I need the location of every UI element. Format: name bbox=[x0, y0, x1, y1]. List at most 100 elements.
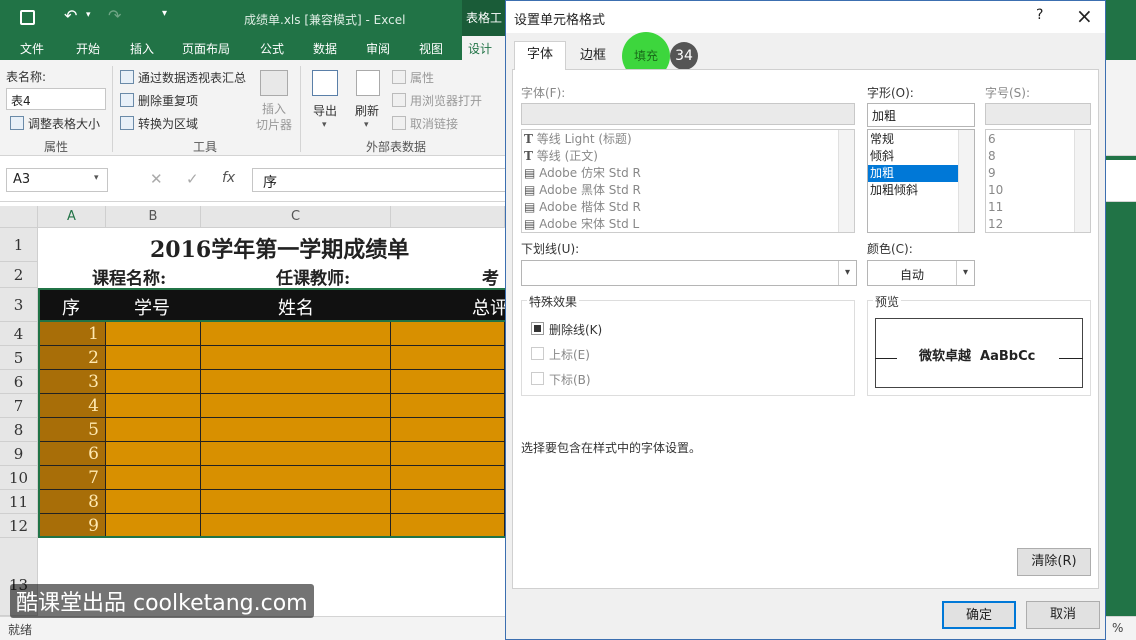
insert-slicer-line2[interactable]: 切片器 bbox=[256, 116, 292, 133]
seq-cell[interactable]: 8 bbox=[38, 490, 106, 514]
student-id-cell[interactable] bbox=[106, 394, 201, 418]
insert-slicer-line1[interactable]: 插入 bbox=[262, 100, 286, 117]
tab-home[interactable]: 开始 bbox=[76, 40, 100, 57]
underline-select[interactable]: ▾ bbox=[521, 260, 857, 286]
row-header[interactable]: 7 bbox=[0, 394, 38, 418]
save-icon[interactable] bbox=[20, 10, 35, 25]
tab-insert[interactable]: 插入 bbox=[130, 40, 154, 57]
row-header[interactable]: 11 bbox=[0, 490, 38, 514]
tab-formulas[interactable]: 公式 bbox=[260, 40, 284, 57]
size-item[interactable]: 10 bbox=[988, 182, 1003, 199]
column-header-a[interactable]: A bbox=[38, 206, 106, 228]
course-name-label[interactable]: 课程名称: bbox=[92, 264, 166, 289]
font-item[interactable]: T 等线 Light (标题) bbox=[524, 131, 632, 148]
font-list[interactable]: T 等线 Light (标题) T 等线 (正文) ▤ Adobe 仿宋 Std… bbox=[521, 129, 855, 233]
insert-function-icon[interactable]: fx bbox=[222, 170, 235, 186]
worksheet-grid[interactable]: A B C 1 2 3 4 5 6 7 8 9 10 11 12 13 2016… bbox=[0, 206, 505, 616]
font-item[interactable]: ▤ Adobe 楷体 Std R bbox=[524, 199, 641, 216]
column-header-b[interactable]: B bbox=[106, 206, 201, 228]
row-header[interactable]: 4 bbox=[0, 322, 38, 346]
student-id-cell[interactable] bbox=[106, 418, 201, 442]
superscript-label[interactable]: 上标(E) bbox=[549, 346, 590, 363]
student-id-cell[interactable] bbox=[106, 466, 201, 490]
refresh-dropdown-icon[interactable]: ▾ bbox=[364, 120, 369, 130]
confirm-entry-icon[interactable]: ✓ bbox=[186, 170, 199, 188]
total-cell[interactable] bbox=[391, 322, 505, 346]
size-input[interactable] bbox=[985, 103, 1091, 125]
name-cell[interactable] bbox=[201, 442, 391, 466]
style-list[interactable]: 常规 倾斜 加粗 加粗倾斜 bbox=[867, 129, 975, 233]
column-header-c[interactable]: C bbox=[201, 206, 391, 228]
name-box-dropdown-icon[interactable]: ▾ bbox=[94, 173, 99, 183]
tab-design[interactable]: 设计 bbox=[462, 36, 505, 60]
font-item[interactable]: ▤ Adobe 宋体 Std L bbox=[524, 216, 639, 233]
tab-fill[interactable]: 填充 bbox=[622, 43, 670, 69]
header-total[interactable]: 总评 bbox=[472, 294, 505, 320]
tab-page-layout[interactable]: 页面布局 bbox=[182, 40, 230, 57]
name-cell[interactable] bbox=[201, 322, 391, 346]
style-item-italic[interactable]: 倾斜 bbox=[870, 148, 894, 165]
seq-cell[interactable]: 7 bbox=[38, 466, 106, 490]
undo-icon[interactable]: ↶ bbox=[64, 6, 77, 25]
tab-review[interactable]: 审阅 bbox=[366, 40, 390, 57]
open-in-browser-button[interactable]: 用浏览器打开 bbox=[410, 92, 482, 109]
total-cell[interactable] bbox=[391, 370, 505, 394]
name-cell[interactable] bbox=[201, 418, 391, 442]
seq-cell[interactable]: 4 bbox=[38, 394, 106, 418]
row-header[interactable]: 3 bbox=[0, 288, 38, 322]
cancel-button[interactable]: 取消 bbox=[1026, 601, 1100, 629]
style-item-regular[interactable]: 常规 bbox=[870, 131, 894, 148]
teacher-label[interactable]: 任课教师: bbox=[276, 264, 350, 289]
font-input[interactable] bbox=[521, 103, 855, 125]
remove-duplicates-button[interactable]: 删除重复项 bbox=[138, 92, 198, 109]
tab-font[interactable]: 字体 bbox=[514, 41, 566, 70]
student-id-cell[interactable] bbox=[106, 490, 201, 514]
tab-border[interactable]: 边框 bbox=[568, 43, 618, 69]
row-header[interactable]: 8 bbox=[0, 418, 38, 442]
cancel-entry-icon[interactable]: ✕ bbox=[150, 170, 163, 188]
header-name[interactable]: 姓名 bbox=[278, 294, 314, 320]
size-item[interactable]: 9 bbox=[988, 165, 996, 182]
ok-button[interactable]: 确定 bbox=[942, 601, 1016, 629]
student-id-cell[interactable] bbox=[106, 514, 201, 538]
size-item[interactable]: 12 bbox=[988, 216, 1003, 233]
clear-button[interactable]: 清除(R) bbox=[1017, 548, 1091, 576]
refresh-button[interactable]: 刷新 bbox=[355, 102, 379, 119]
total-cell[interactable] bbox=[391, 490, 505, 514]
export-dropdown-icon[interactable]: ▾ bbox=[322, 120, 327, 130]
close-icon[interactable]: × bbox=[1076, 4, 1093, 28]
total-cell[interactable] bbox=[391, 442, 505, 466]
total-cell[interactable] bbox=[391, 394, 505, 418]
seq-cell[interactable]: 3 bbox=[38, 370, 106, 394]
seq-cell[interactable]: 1 bbox=[38, 322, 106, 346]
subscript-checkbox[interactable] bbox=[531, 372, 544, 385]
zoom-level[interactable]: % bbox=[1112, 621, 1123, 635]
customize-qat-icon[interactable]: ▾ bbox=[162, 8, 167, 19]
name-cell[interactable] bbox=[201, 394, 391, 418]
unlink-button[interactable]: 取消链接 bbox=[410, 115, 458, 132]
chevron-down-icon[interactable]: ▾ bbox=[838, 261, 856, 285]
size-item[interactable]: 11 bbox=[988, 199, 1003, 216]
help-button[interactable]: ? bbox=[1036, 7, 1043, 23]
select-all-corner[interactable] bbox=[0, 206, 38, 228]
font-list-scrollbar[interactable] bbox=[838, 130, 854, 232]
name-cell[interactable] bbox=[201, 490, 391, 514]
name-cell[interactable] bbox=[201, 466, 391, 490]
sheet-title[interactable]: 2016学年第一学期成绩单 bbox=[150, 232, 510, 262]
row-header[interactable]: 9 bbox=[0, 442, 38, 466]
total-cell[interactable] bbox=[391, 514, 505, 538]
seq-cell[interactable]: 6 bbox=[38, 442, 106, 466]
total-cell[interactable] bbox=[391, 466, 505, 490]
name-cell[interactable] bbox=[201, 346, 391, 370]
style-input[interactable]: 加粗 bbox=[867, 103, 975, 127]
column-header-d[interactable] bbox=[391, 206, 505, 228]
seq-cell[interactable]: 9 bbox=[38, 514, 106, 538]
strikethrough-label[interactable]: 删除线(K) bbox=[549, 321, 602, 338]
size-list-scrollbar[interactable] bbox=[1074, 130, 1090, 232]
name-cell[interactable] bbox=[201, 514, 391, 538]
header-student-id[interactable]: 学号 bbox=[134, 294, 170, 320]
row-header[interactable]: 1 bbox=[0, 228, 38, 262]
color-select[interactable]: 自动 ▾ bbox=[867, 260, 975, 286]
seq-cell[interactable]: 5 bbox=[38, 418, 106, 442]
name-box[interactable]: A3 bbox=[6, 168, 108, 192]
